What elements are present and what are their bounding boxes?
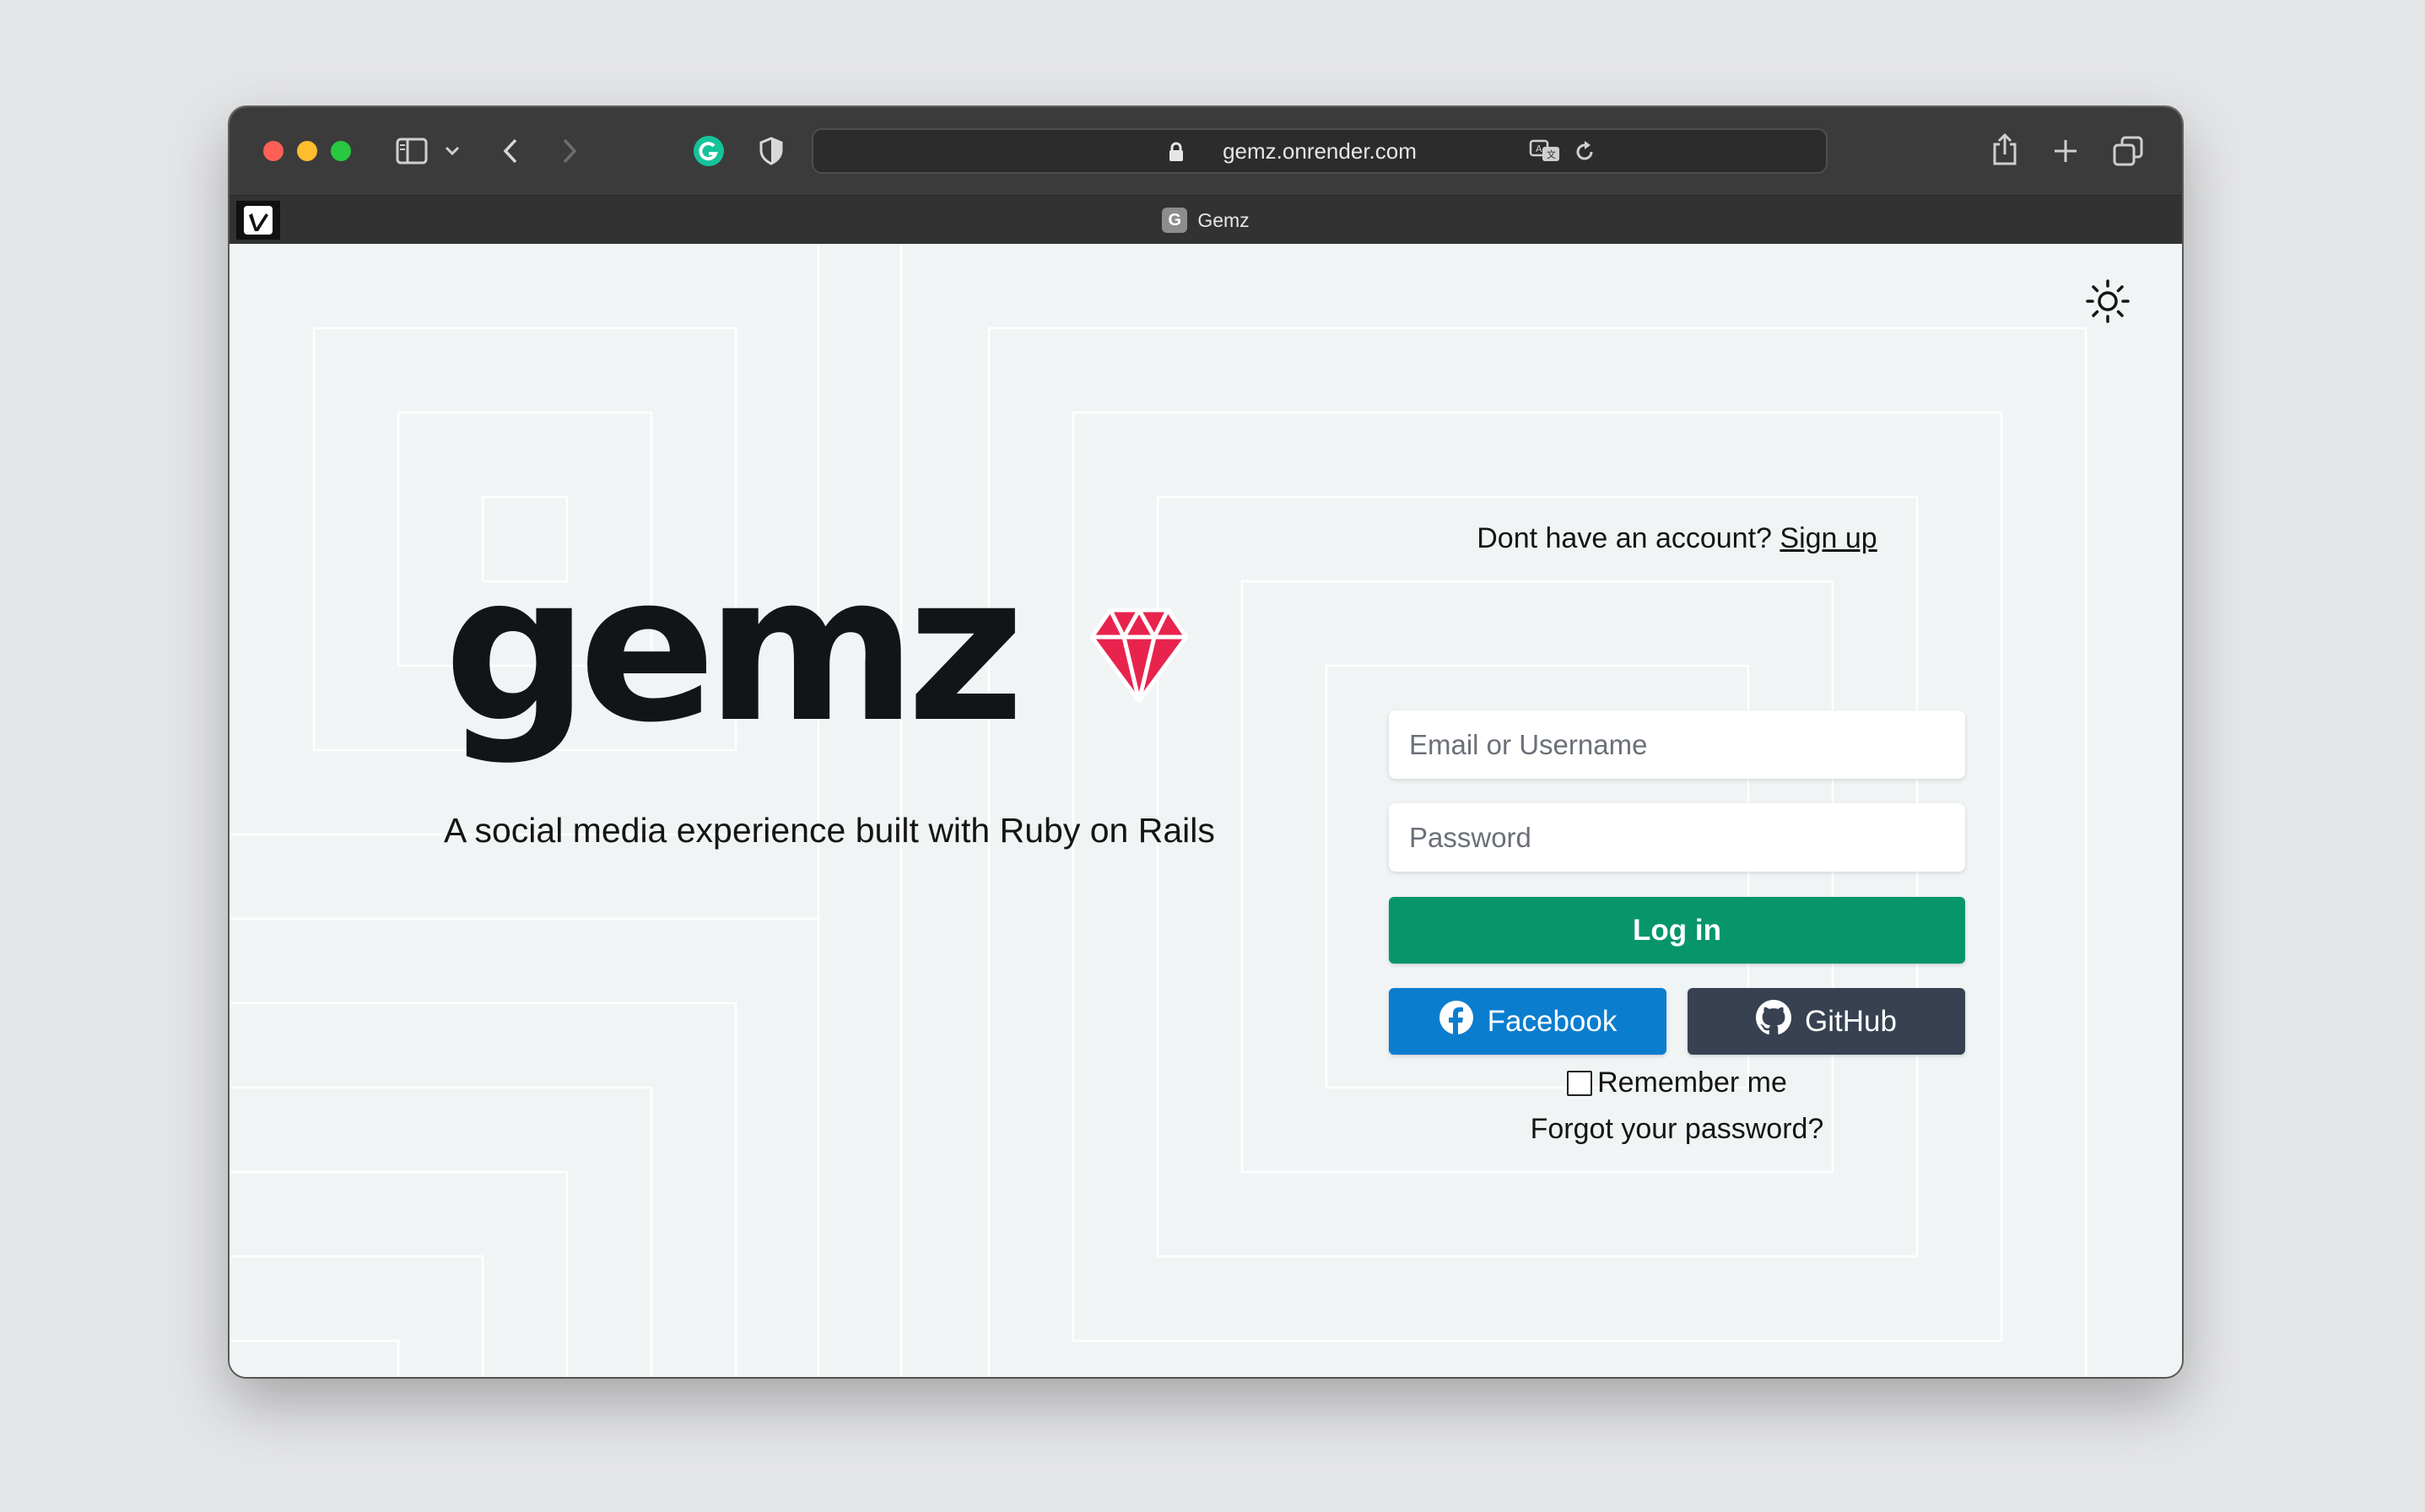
ruby-gem-icon <box>1090 608 1188 703</box>
new-tab-icon[interactable] <box>2049 134 2082 168</box>
email-username-field[interactable] <box>1389 710 1965 779</box>
tab-overview-icon[interactable] <box>2109 132 2147 170</box>
github-icon <box>1756 1000 1792 1043</box>
logo: gemz <box>444 531 1024 767</box>
browser-toolbar: gemz.onrender.com A文 <box>230 107 2182 195</box>
password-field[interactable] <box>1389 803 1965 872</box>
remember-me-row: Remember me <box>1389 1066 1965 1099</box>
chevron-down-icon[interactable] <box>442 141 462 161</box>
github-login-button[interactable]: GitHub <box>1688 988 1965 1055</box>
signup-prompt: Dont have an account? <box>1477 522 1772 554</box>
address-bar[interactable]: gemz.onrender.com A文 <box>812 128 1828 174</box>
facebook-label: Facebook <box>1487 1004 1618 1038</box>
facebook-login-button[interactable]: Facebook <box>1389 988 1666 1055</box>
page-content: gemz A social media experience built wit… <box>230 244 2182 1377</box>
browser-window: gemz.onrender.com A文 G Gemz gemz A socia… <box>230 107 2182 1377</box>
forgot-password-link[interactable]: Forgot your password? <box>1389 1113 1965 1146</box>
remember-me-checkbox[interactable] <box>1567 1070 1593 1096</box>
tab-title: Gemz <box>1197 208 1250 231</box>
tab-active[interactable]: G Gemz <box>230 196 2182 245</box>
close-window-button[interactable] <box>263 141 284 161</box>
svg-text:A: A <box>1536 143 1542 154</box>
tab-favicon: G <box>1162 208 1188 233</box>
tab-bar: G Gemz <box>230 195 2182 245</box>
back-icon[interactable] <box>498 134 523 168</box>
address-url: gemz.onrender.com <box>1223 138 1417 164</box>
login-button[interactable]: Log in <box>1389 897 1965 964</box>
translate-icon[interactable]: A文 <box>1529 138 1561 168</box>
logo-text: gemz <box>444 531 1024 767</box>
forward-icon[interactable] <box>557 134 582 168</box>
theme-toggle-sun-icon[interactable] <box>2082 276 2133 327</box>
signup-prompt-row: Dont have an account? Sign up <box>1389 522 1965 555</box>
sidebar-toggle-icon[interactable] <box>395 134 429 168</box>
minimize-window-button[interactable] <box>297 141 317 161</box>
share-icon[interactable] <box>1988 129 2022 170</box>
privacy-shield-icon[interactable] <box>754 134 788 168</box>
svg-text:文: 文 <box>1547 148 1556 160</box>
remember-me-label[interactable]: Remember me <box>1597 1066 1787 1099</box>
reload-icon[interactable] <box>1573 140 1596 168</box>
signup-link[interactable]: Sign up <box>1780 522 1877 554</box>
github-label: GitHub <box>1805 1004 1897 1038</box>
zoom-window-button[interactable] <box>331 141 351 161</box>
grammarly-extension-icon[interactable] <box>692 134 726 168</box>
facebook-icon <box>1439 1000 1474 1043</box>
tagline: A social media experience built with Rub… <box>444 811 1215 850</box>
